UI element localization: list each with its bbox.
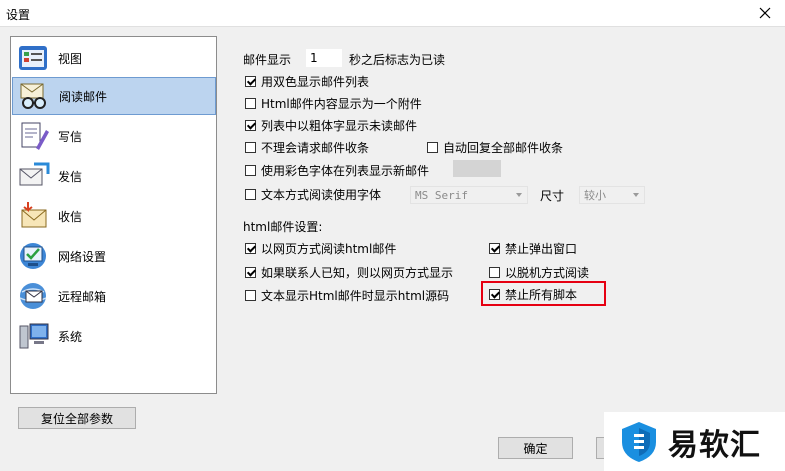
compose-icon	[16, 120, 50, 152]
checkbox[interactable]	[245, 141, 256, 153]
option-ignore-receipt[interactable]: 不理会请求邮件收条	[245, 139, 369, 155]
sidebar-item-label: 网络设置	[58, 249, 107, 264]
checkbox[interactable]	[245, 289, 256, 301]
sidebar-item-send[interactable]: 发信	[12, 157, 216, 195]
sidebar-item-view[interactable]: 视图	[12, 39, 216, 77]
checkbox[interactable]	[245, 75, 256, 87]
size-select[interactable]: 较小	[579, 186, 645, 204]
option-auto-reply-receipt[interactable]: 自动回复全部邮件收条	[427, 139, 563, 155]
sidebar-item-remote-mailbox[interactable]: 远程邮箱	[12, 277, 216, 315]
size-label: 尺寸	[540, 189, 565, 203]
sidebar: 视图 阅读邮件 写信 发信 收信 网络设置 远程邮箱 系统	[10, 36, 217, 394]
checkbox[interactable]	[245, 97, 256, 109]
checkbox[interactable]	[245, 164, 256, 176]
close-icon	[759, 7, 771, 19]
sidebar-item-network[interactable]: 网络设置	[12, 237, 216, 275]
checkbox[interactable]	[245, 119, 256, 131]
checkbox[interactable]	[489, 266, 500, 278]
option-read-html-as-web[interactable]: 以网页方式阅读html邮件	[245, 240, 396, 256]
mark-read-suffix: 秒之后标志为已读	[349, 53, 446, 67]
watermark: 易软汇	[604, 412, 785, 471]
remote-mailbox-icon	[16, 280, 50, 312]
sidebar-item-label: 系统	[58, 329, 83, 344]
read-mail-icon	[17, 80, 51, 112]
send-icon	[16, 160, 50, 192]
option-block-popups[interactable]: 禁止弹出窗口	[489, 240, 577, 256]
chevron-down-icon	[516, 193, 522, 197]
sidebar-item-label: 视图	[58, 51, 83, 66]
sidebar-item-label: 阅读邮件	[59, 89, 108, 104]
checkbox[interactable]	[245, 188, 256, 200]
close-button[interactable]	[745, 0, 785, 26]
font-select[interactable]: MS Serif	[410, 186, 528, 204]
ok-button[interactable]: 确定	[498, 437, 573, 459]
option-show-html-source[interactable]: 文本显示Html邮件时显示html源码	[245, 287, 449, 303]
option-known-contact-web[interactable]: 如果联系人已知，则以网页方式显示	[245, 264, 453, 280]
sidebar-item-compose[interactable]: 写信	[12, 117, 216, 155]
window-title: 设置	[6, 8, 31, 22]
sidebar-item-system[interactable]: 系统	[12, 317, 216, 355]
shield-logo-icon	[622, 421, 656, 462]
option-color-new-mail[interactable]: 使用彩色字体在列表显示新邮件	[245, 162, 429, 178]
checkbox[interactable]	[245, 242, 256, 254]
receive-icon	[16, 200, 50, 232]
option-text-read-font[interactable]: 文本方式阅读使用字体	[245, 186, 381, 202]
option-offline-read[interactable]: 以脱机方式阅读	[489, 264, 589, 280]
mark-read-seconds-input[interactable]	[306, 49, 342, 67]
html-section-label: html邮件设置:	[243, 220, 323, 234]
watermark-text: 易软汇	[668, 427, 761, 463]
sidebar-item-label: 远程邮箱	[58, 289, 107, 304]
checkbox[interactable]	[489, 242, 500, 254]
system-icon	[16, 320, 50, 352]
mark-read-prefix: 邮件显示	[243, 53, 292, 67]
view-icon	[16, 42, 50, 74]
sidebar-item-label: 收信	[58, 209, 83, 224]
sidebar-item-read-mail[interactable]: 阅读邮件	[12, 77, 216, 115]
highlight-box	[481, 281, 606, 306]
checkbox[interactable]	[245, 266, 256, 278]
checkbox[interactable]	[427, 141, 438, 153]
option-bold-unread[interactable]: 列表中以粗体字显示未读邮件	[245, 117, 417, 133]
new-mail-color-swatch[interactable]	[453, 160, 501, 177]
option-two-color-list[interactable]: 用双色显示邮件列表	[245, 73, 369, 89]
reset-all-button[interactable]: 复位全部参数	[18, 407, 136, 429]
option-html-as-attachment[interactable]: Html邮件内容显示为一个附件	[245, 95, 422, 111]
sidebar-item-label: 写信	[58, 129, 83, 144]
sidebar-item-label: 发信	[58, 169, 83, 184]
sidebar-item-receive[interactable]: 收信	[12, 197, 216, 235]
title-bar: 设置	[0, 0, 785, 27]
network-icon	[16, 240, 50, 272]
chevron-down-icon	[633, 193, 639, 197]
